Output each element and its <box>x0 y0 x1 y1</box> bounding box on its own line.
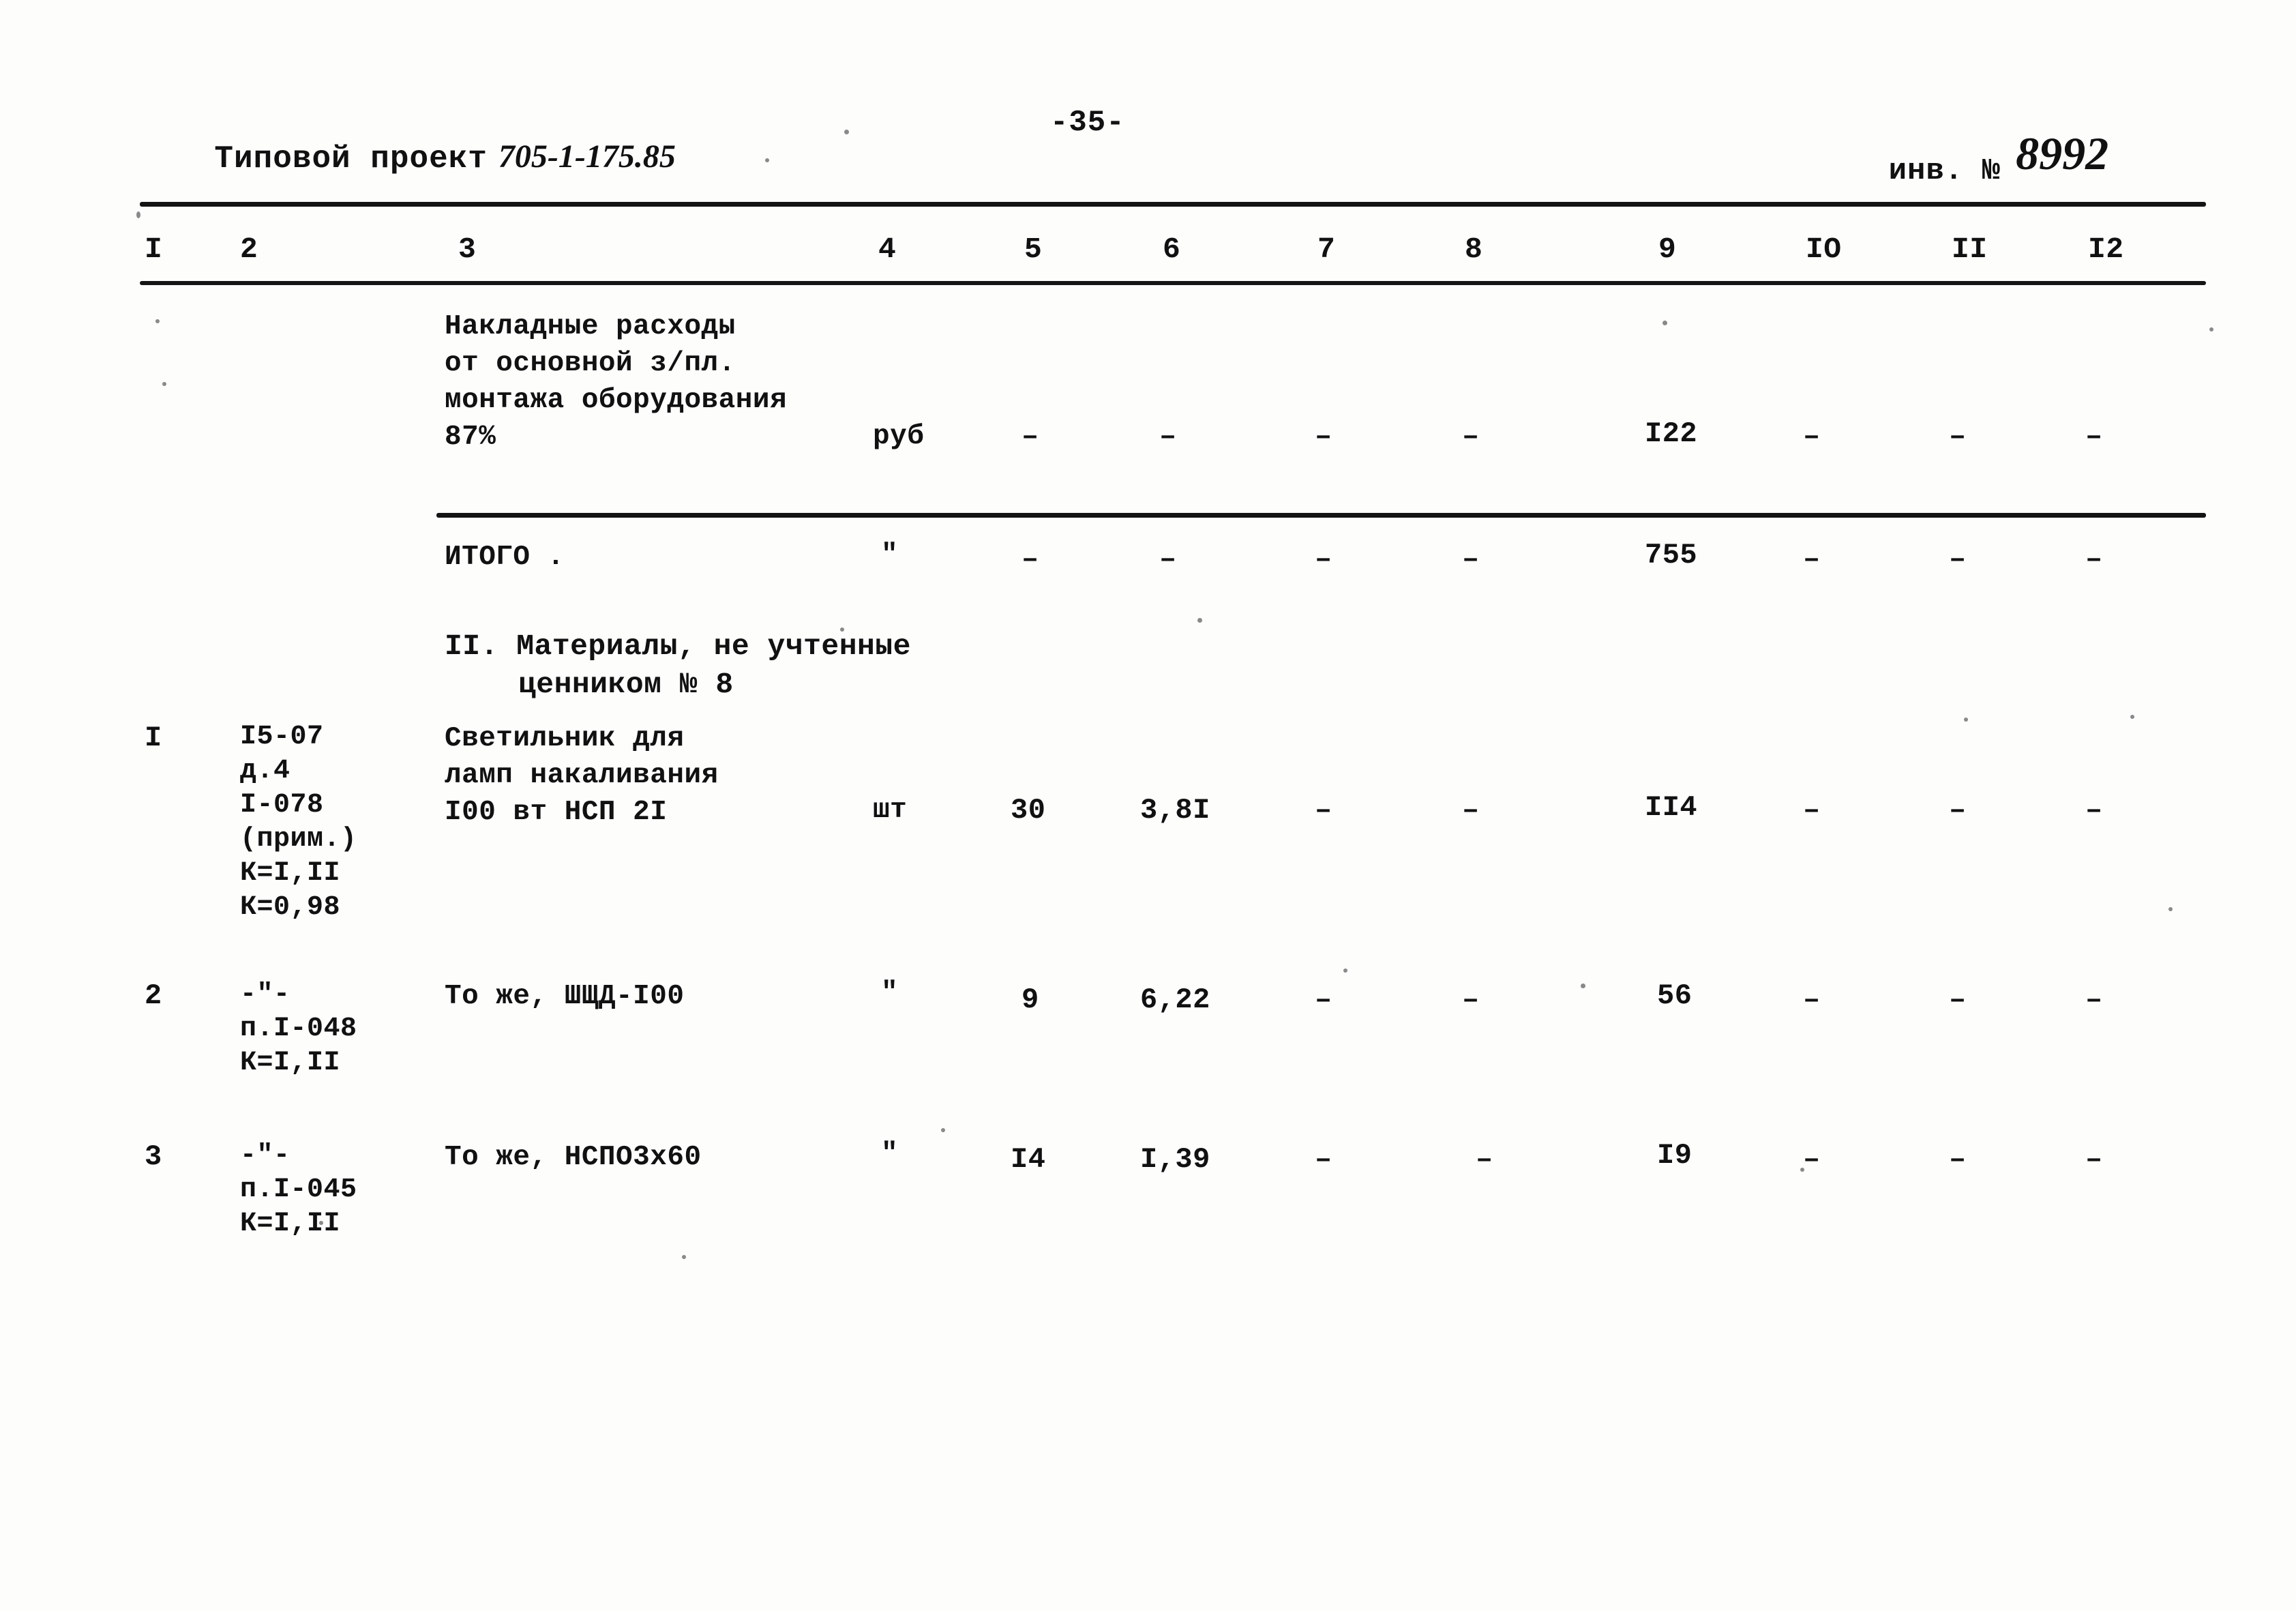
table-cell-col5: 30 <box>1011 794 1046 827</box>
table-cell-col6: – <box>1159 543 1177 576</box>
scan-speck <box>765 158 769 162</box>
scan-speck <box>2130 715 2134 719</box>
table-row-code: -"- п.I-045 К=I,II <box>240 1140 357 1239</box>
scan-speck <box>155 319 160 323</box>
column-header-6: 6 <box>1163 233 1181 266</box>
scan-speck <box>844 130 849 134</box>
table-row-number: 3 <box>145 1140 162 1173</box>
section-heading-line2: ценником № 8 <box>518 668 734 701</box>
table-row-unit: " <box>881 540 899 571</box>
document-page: Типовой проект 705-1-175.85 -35- инв. № 89… <box>0 0 2296 1611</box>
table-cell-col8: – <box>1462 794 1480 827</box>
table-cell-col9: II4 <box>1645 791 1698 824</box>
table-cell-col6: 3,8I <box>1140 794 1210 827</box>
table-cell-col8: – <box>1462 543 1480 576</box>
table-cell-col9: 755 <box>1645 539 1698 572</box>
scan-speck <box>1581 984 1585 988</box>
scan-speck <box>1663 321 1667 325</box>
column-header-8: 8 <box>1465 233 1483 266</box>
table-cell-col9: I22 <box>1645 417 1698 450</box>
table-cell-col8: – <box>1462 420 1480 453</box>
table-cell-col7: – <box>1315 420 1332 453</box>
column-header-7: 7 <box>1317 233 1336 266</box>
table-cell-col5: I4 <box>1011 1143 1046 1176</box>
project-number: 705-1-175.85 <box>498 138 676 175</box>
table-cell-col8: – <box>1462 984 1480 1016</box>
rule-above-total <box>436 513 2206 518</box>
section-heading-line1: II. Материалы, не учтенные <box>445 630 911 663</box>
table-row-description: ИТОГО . <box>445 542 565 573</box>
column-header-11: II <box>1952 233 1988 266</box>
scan-speck <box>941 1128 945 1132</box>
table-cell-col11: – <box>1949 420 1967 453</box>
column-header-5: 5 <box>1024 233 1043 266</box>
document-title-text: Типовой проект <box>214 141 488 177</box>
table-cell-col6: – <box>1159 420 1177 453</box>
column-header-2: 2 <box>240 233 258 266</box>
table-cell-col5: 9 <box>1022 984 1039 1016</box>
scan-speck <box>162 382 166 386</box>
scan-speck <box>682 1255 686 1259</box>
scan-speck <box>2168 907 2173 911</box>
scan-speck <box>1964 718 1968 722</box>
column-header-4: 4 <box>878 233 897 266</box>
table-cell-col9: I9 <box>1657 1139 1693 1172</box>
table-cell-col8: – <box>1476 1143 1493 1176</box>
table-cell-col6: 6,22 <box>1140 984 1210 1016</box>
table-cell-col11: – <box>1949 794 1967 827</box>
table-row-description: То же, НСПО3х60 <box>445 1142 702 1173</box>
table-cell-col7: – <box>1315 984 1332 1016</box>
table-cell-col10: – <box>1803 794 1821 827</box>
column-header-10: IO <box>1806 233 1842 266</box>
table-cell-col9: 56 <box>1657 979 1693 1012</box>
table-cell-col10: – <box>1803 1143 1821 1176</box>
table-row-unit: шт <box>873 795 908 826</box>
table-cell-col5: – <box>1022 420 1039 453</box>
rule-under-column-headers <box>140 281 2206 285</box>
scan-speck <box>1800 1168 1804 1172</box>
column-header-9: 9 <box>1658 233 1677 266</box>
table-row-unit: " <box>881 1138 899 1170</box>
table-cell-col12: – <box>2085 1143 2103 1176</box>
column-header-3: 3 <box>458 233 477 266</box>
table-cell-col12: – <box>2085 420 2103 453</box>
inventory-label: инв. № <box>1888 154 2001 188</box>
scan-speck <box>1343 969 1347 973</box>
table-row-code: -"- п.I-048 К=I,II <box>240 979 357 1078</box>
table-cell-col7: – <box>1315 1143 1332 1176</box>
table-row-description: Накладные расходы от основной з/пл. монт… <box>445 311 788 453</box>
table-cell-col10: – <box>1803 420 1821 453</box>
inventory-number: 8992 <box>2016 128 2109 179</box>
table-cell-col10: – <box>1803 984 1821 1016</box>
column-header-12: I2 <box>2088 233 2124 266</box>
page-number: -35- <box>1050 106 1125 140</box>
scan-speck <box>840 627 844 632</box>
scan-speck <box>2209 327 2213 331</box>
table-row-number: 2 <box>145 979 162 1012</box>
table-row-unit: " <box>881 977 899 1009</box>
table-cell-col7: – <box>1315 543 1332 576</box>
scan-speck <box>136 211 140 218</box>
scan-speck <box>1197 618 1202 623</box>
table-row-unit: руб <box>873 421 925 452</box>
table-cell-col11: – <box>1949 543 1967 576</box>
column-header-1: I <box>145 233 163 266</box>
table-cell-col10: – <box>1803 543 1821 576</box>
table-row-description: Светильник для ламп накаливания I00 вт Н… <box>445 723 719 828</box>
table-row-number: I <box>145 722 162 754</box>
table-cell-col6: I,39 <box>1140 1143 1210 1176</box>
table-cell-col12: – <box>2085 984 2103 1016</box>
table-cell-col7: – <box>1315 794 1332 827</box>
rule-top <box>140 202 2206 207</box>
table-cell-col11: – <box>1949 984 1967 1016</box>
table-cell-col12: – <box>2085 794 2103 827</box>
table-row-description: То же, ШЩД-I00 <box>445 981 685 1012</box>
table-cell-col11: – <box>1949 1143 1967 1176</box>
table-cell-col12: – <box>2085 543 2103 576</box>
scan-speck <box>319 1221 323 1225</box>
table-row-code: I5-07 д.4 I-078 (прим.) К=I,II К=0,98 <box>240 722 357 923</box>
document-title: Типовой проект 705-1-175.85 <box>136 102 676 212</box>
table-cell-col5: – <box>1022 543 1039 576</box>
